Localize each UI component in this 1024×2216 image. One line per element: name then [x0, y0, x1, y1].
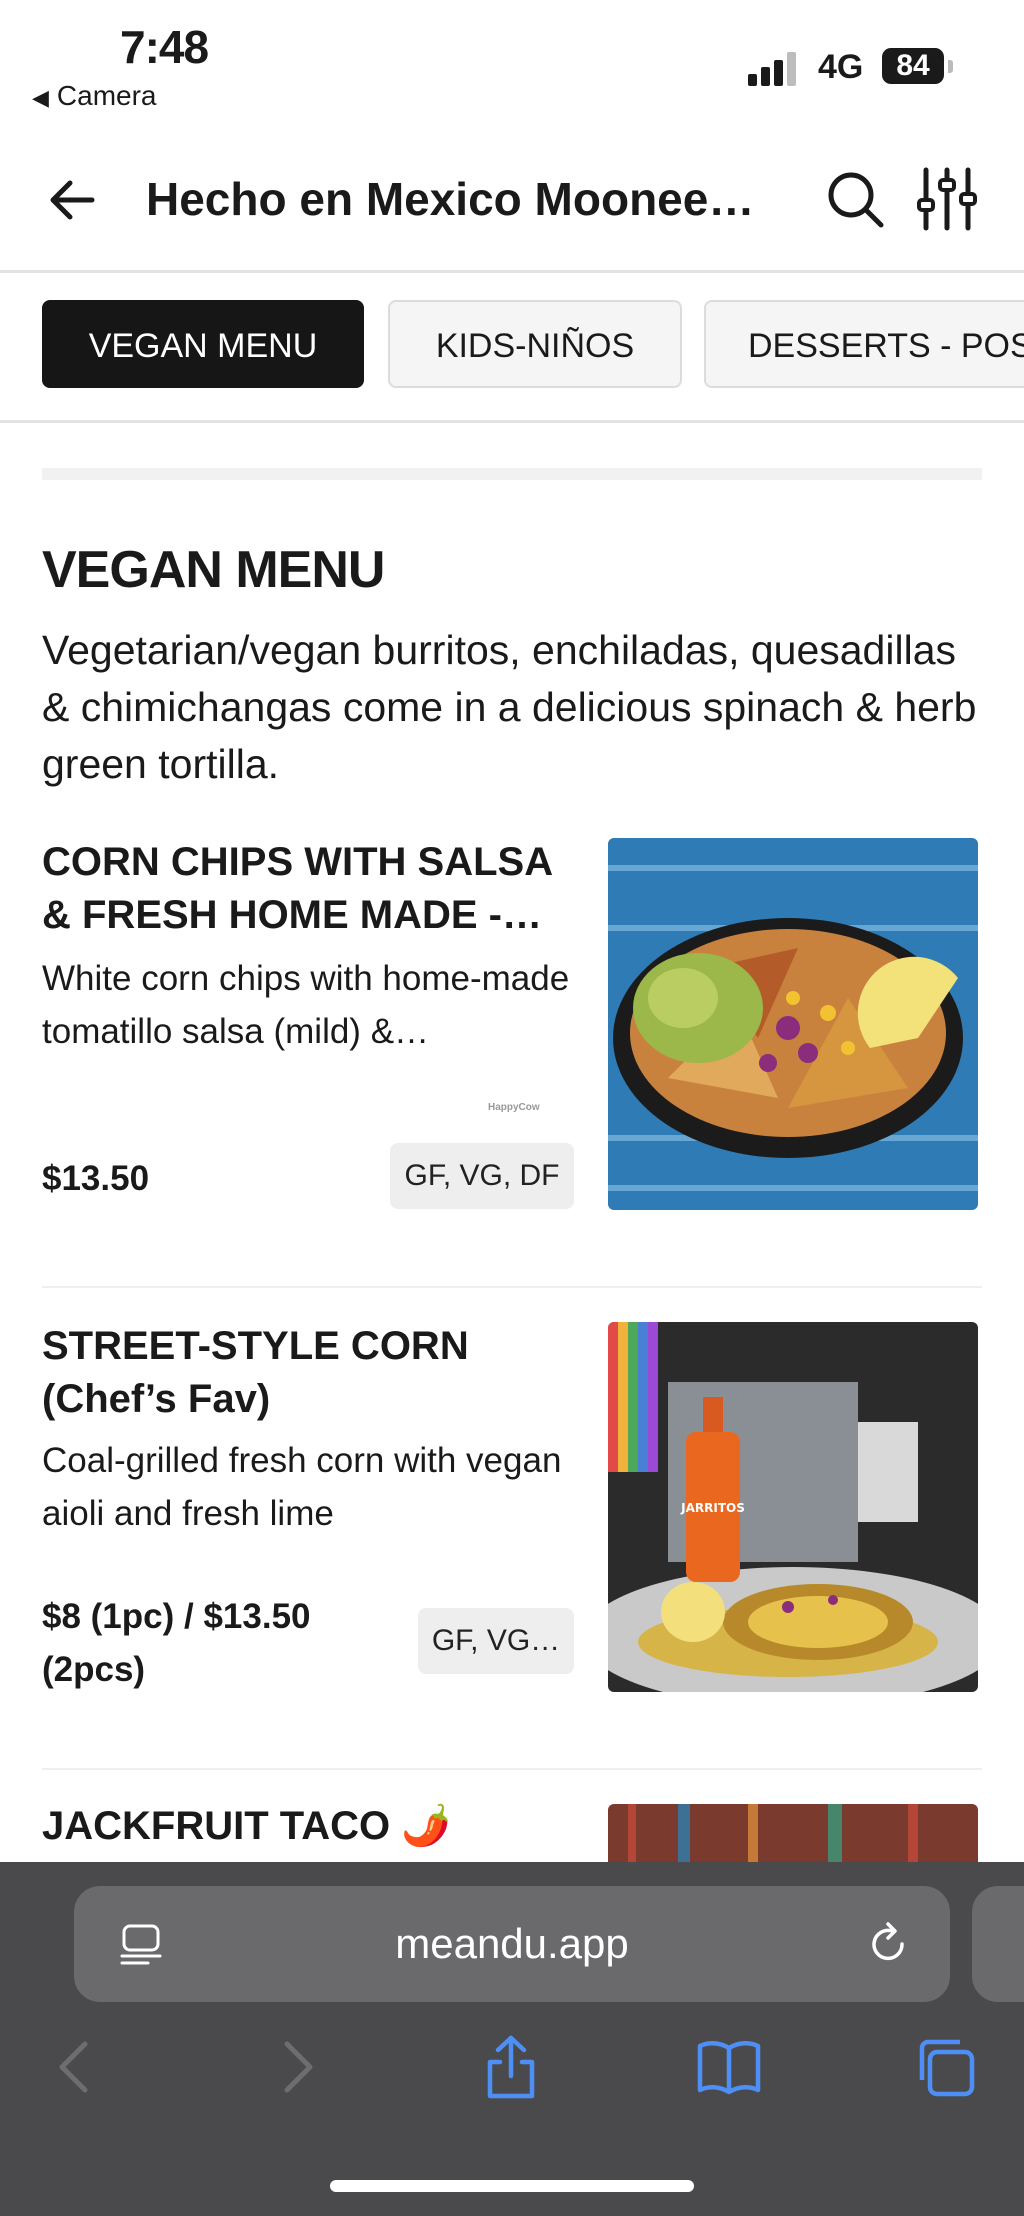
browser-toolbar: meandu.app	[0, 1862, 1024, 2216]
item-name: JACKFRUIT TACO 🌶️	[42, 1804, 452, 1848]
signal-icon	[748, 52, 800, 86]
section-description: Vegetarian/vegan burritos, enchiladas, q…	[42, 627, 977, 787]
home-indicator[interactable]	[330, 2180, 694, 2192]
header-divider	[0, 270, 1024, 273]
item-description: Coal-grilled fresh corn with vegan aioli…	[42, 1441, 562, 1533]
chevron-left-icon[interactable]	[40, 2032, 110, 2102]
tab-kids-ninos[interactable]: KIDS-NIÑOS	[388, 300, 682, 388]
app-header: Hecho en Mexico Moonee…	[0, 140, 1024, 270]
page-title: Hecho en Mexico Moonee…	[146, 173, 755, 225]
item-photo-chips[interactable]	[608, 838, 978, 1210]
back-to-camera-link[interactable]: ◀ Camera	[32, 80, 157, 112]
dietary-tags: GF, VG, DF	[390, 1143, 574, 1209]
watermark-text: HappyCow	[488, 1102, 540, 1113]
section-separator	[42, 468, 982, 480]
bookmarks-icon[interactable]	[694, 2032, 764, 2102]
status-bar: 7:48 ◀ Camera 4G 84	[0, 0, 1024, 130]
battery-nub	[948, 60, 953, 73]
share-icon[interactable]	[476, 2032, 546, 2102]
item-photo-taco[interactable]	[608, 1804, 978, 1862]
item-description: White corn chips with home-made tomatill…	[42, 959, 570, 1051]
chevron-right-icon[interactable]	[262, 2032, 332, 2102]
url-text: meandu.app	[395, 1920, 629, 1967]
item-photo-corn[interactable]: JARRITOS	[608, 1322, 978, 1692]
tab-vegan-menu[interactable]: VEGAN MENU	[42, 300, 364, 388]
item-divider	[42, 1286, 982, 1288]
battery-icon: 84	[882, 48, 944, 84]
filter-sliders-icon[interactable]	[916, 164, 978, 234]
back-arrow-icon[interactable]	[44, 170, 104, 230]
section-title: VEGAN MENU	[42, 541, 385, 599]
bottle-label: JARRITOS	[680, 1501, 745, 1515]
status-time: 7:48	[120, 21, 209, 73]
tab-desserts[interactable]: DESSERTS - POS	[704, 300, 1024, 388]
category-tabs: VEGAN MENU KIDS-NIÑOS DESSERTS - POS	[0, 274, 1024, 420]
item-divider	[42, 1768, 982, 1770]
tabs-divider	[0, 420, 1024, 423]
next-tab-preview[interactable]	[972, 1886, 1024, 2002]
back-app-label: Camera	[56, 80, 157, 111]
item-name: STREET-STYLE CORN (Chef’s Fav)	[42, 1324, 469, 1421]
item-name: CORN CHIPS WITH SALSA & FRESH HOME MADE …	[42, 840, 552, 937]
back-triangle-icon: ◀	[32, 85, 49, 110]
reload-icon[interactable]	[864, 1920, 912, 1968]
item-price: $13.50	[42, 1159, 150, 1198]
dietary-tags: GF, VG…	[418, 1608, 574, 1674]
search-icon[interactable]	[824, 168, 886, 230]
network-label: 4G	[818, 48, 864, 86]
tabs-icon[interactable]	[912, 2032, 982, 2102]
item-price: $8 (1pc) / $13.50 (2pcs)	[42, 1597, 311, 1689]
address-bar[interactable]: meandu.app	[74, 1886, 950, 2002]
